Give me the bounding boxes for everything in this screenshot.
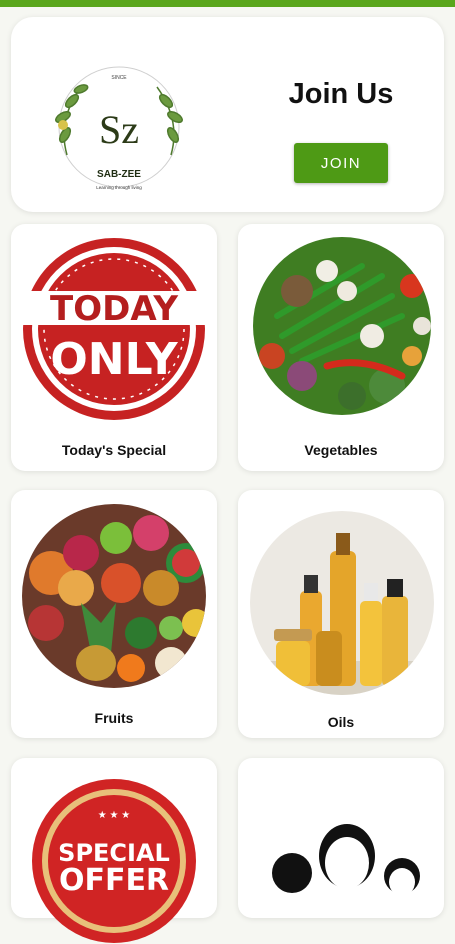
- vegetables-image: [253, 237, 431, 415]
- logo-monogram: Sz: [99, 107, 139, 152]
- tile-label: Fruits: [94, 710, 134, 726]
- tile-label: Today's Special: [61, 442, 167, 458]
- join-title: Join Us: [288, 78, 394, 110]
- tile-label: Vegetables: [304, 442, 378, 458]
- tile-special-offer[interactable]: ★ ★ ★ SPECIAL OFFER: [11, 758, 217, 943]
- top-accent-bar: [0, 0, 455, 7]
- fruits-image: [22, 504, 206, 688]
- today-text: TODAY: [50, 289, 178, 329]
- logo-brand-text: SAB-ZEE: [97, 169, 141, 180]
- offer-text: OFFER: [59, 863, 169, 898]
- tile-fruits[interactable]: Fruits: [11, 490, 217, 738]
- stars-text: ★ ★ ★: [98, 810, 130, 821]
- logo-tagline: Learning through living: [96, 185, 142, 190]
- only-text: ONLY: [50, 334, 178, 385]
- today-only-stamp-image: TODAY ONLY: [21, 238, 207, 420]
- oils-image: [250, 511, 434, 695]
- tile-community[interactable]: [238, 758, 444, 918]
- logo-since-text: SINCE: [111, 75, 127, 81]
- join-button[interactable]: JOIN: [294, 143, 388, 183]
- tile-vegetables[interactable]: Vegetables: [238, 224, 444, 471]
- join-card: SINCE Sz SAB-ZEE Learning through living…: [11, 17, 444, 212]
- tile-label: Oils: [327, 714, 355, 730]
- special-offer-badge-image: ★ ★ ★ SPECIAL OFFER: [32, 779, 196, 943]
- tile-oils[interactable]: Oils: [238, 490, 444, 738]
- tile-todays-special[interactable]: TODAY ONLY Today's Special: [11, 224, 217, 471]
- people-icon: [272, 824, 420, 896]
- sabzee-logo: SINCE Sz SAB-ZEE Learning through living: [55, 66, 183, 190]
